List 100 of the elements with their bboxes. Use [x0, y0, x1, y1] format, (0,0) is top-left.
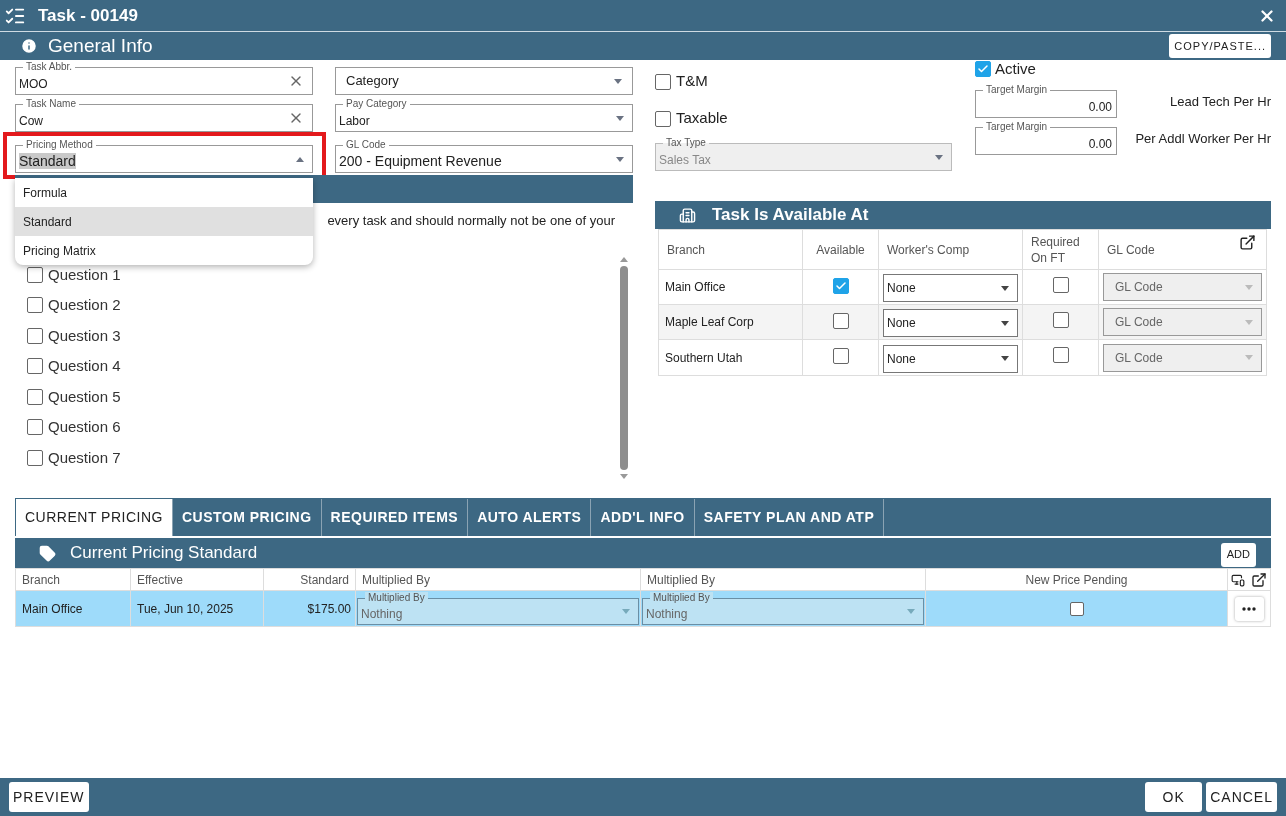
caret-icon	[1001, 356, 1009, 361]
checkbox[interactable]	[27, 266, 43, 283]
select-field[interactable]: Category	[335, 67, 633, 95]
add-button[interactable]: ADD	[1220, 542, 1256, 567]
checkbox[interactable]	[27, 358, 43, 375]
building-icon	[679, 206, 696, 224]
dropdown-option[interactable]: Formula	[15, 178, 313, 207]
tab[interactable]: CUSTOM PRICING	[172, 499, 322, 536]
external-link-icon[interactable]	[1239, 234, 1256, 251]
copy-paste-button[interactable]: COPY/PASTE...	[1169, 34, 1271, 58]
description-text: every task and should normally not be one of your	[327, 212, 615, 229]
section-title: Task Is Available At	[712, 204, 869, 227]
window-title: Task - 00149	[38, 4, 138, 27]
ok-button[interactable]: OK	[1145, 782, 1203, 812]
checkbox[interactable]	[655, 110, 671, 127]
question-label: Question 4	[48, 356, 121, 376]
caret-icon	[296, 156, 304, 162]
question-label: Question 7	[48, 447, 121, 468]
cancel-button[interactable]: CANCEL	[1206, 782, 1277, 812]
dropdown-option[interactable]: Standard	[15, 207, 313, 236]
branch-name: Southern Utah	[665, 349, 743, 367]
column-header: Worker's Comp	[887, 241, 970, 259]
checkbox-label: Active	[995, 58, 1036, 79]
section-title: Current Pricing Standard	[70, 542, 258, 565]
field-label: Multiplied By	[365, 592, 428, 604]
branch-name: Maple Leaf Corp	[665, 314, 754, 331]
column-header: Effective	[137, 571, 183, 589]
column-header: Standard	[300, 571, 349, 589]
caret-icon	[616, 115, 624, 121]
question-label: Question 5	[48, 386, 121, 407]
branch-name: Main Office	[665, 279, 726, 296]
caret-icon	[1245, 355, 1253, 360]
table-cell-text: Tue, Jun 10, 2025	[137, 600, 234, 618]
caret-icon	[907, 609, 915, 614]
field-label: Task Name	[23, 98, 79, 110]
select-field[interactable]: None	[883, 309, 1018, 337]
caret-icon	[1001, 285, 1009, 291]
caret-icon	[1245, 319, 1253, 325]
table-cell-text: Main Office	[22, 600, 83, 618]
field-label: Task Abbr.	[23, 61, 76, 73]
checkbox-label: Taxable	[676, 108, 728, 129]
column-header: Branch	[22, 571, 61, 589]
checkbox[interactable]	[1069, 601, 1084, 616]
field-label: Pay Category	[343, 98, 410, 110]
preview-button[interactable]: PREVIEW	[9, 782, 89, 812]
device-icon[interactable]	[1231, 572, 1245, 587]
scrollbar[interactable]	[618, 255, 630, 481]
tab[interactable]: CURRENT PRICING	[16, 499, 173, 536]
table-row[interactable]: Main Office Tue, Jun 10, 2025 $175.00 Multiplied By Nothing Multiplied By Nothing	[16, 591, 1270, 626]
checkbox[interactable]	[27, 297, 43, 314]
dropdown-option[interactable]: Pricing Matrix	[15, 236, 313, 265]
field-label: Target Margin	[983, 84, 1051, 96]
checkbox[interactable]	[1052, 347, 1069, 363]
tag-icon	[39, 544, 56, 562]
checkbox[interactable]	[655, 73, 671, 90]
checkbox[interactable]	[27, 327, 43, 344]
caret-icon	[935, 154, 943, 160]
caret-icon	[614, 78, 622, 84]
checkbox[interactable]	[1052, 277, 1069, 293]
caret-icon	[616, 156, 624, 162]
select-field[interactable]: None	[883, 274, 1018, 302]
checkbox[interactable]	[975, 61, 991, 77]
rate-label: Lead Tech Per Hr	[1169, 93, 1271, 111]
checkmark-icon	[834, 280, 847, 292]
column-header: Available	[816, 241, 865, 259]
question-label: Question 2	[48, 295, 121, 315]
select-field[interactable]: None	[883, 344, 1018, 373]
field-label: GL Code	[343, 139, 389, 151]
checkbox[interactable]	[27, 449, 43, 466]
column-header: GL Code	[1107, 241, 1155, 259]
checkbox[interactable]	[27, 388, 43, 405]
table-cell-text: $175.00	[307, 600, 351, 618]
column-header: Multiplied By	[362, 571, 431, 589]
scroll-down-icon	[620, 474, 628, 479]
scroll-up-icon	[620, 257, 628, 262]
question-label: Question 3	[48, 325, 121, 346]
tab[interactable]: REQUIRED ITEMS	[321, 499, 469, 536]
tab[interactable]: SAFETY PLAN AND ATP	[694, 499, 885, 536]
caret-icon	[622, 609, 630, 614]
checkmark-icon	[977, 63, 989, 75]
more-button[interactable]	[1234, 596, 1264, 621]
checkbox[interactable]	[832, 313, 849, 329]
checkbox[interactable]	[27, 419, 43, 436]
column-header: New Price Pending	[1025, 571, 1128, 589]
info-icon	[20, 37, 38, 55]
question-label: Question 6	[48, 417, 121, 437]
checkbox[interactable]	[832, 348, 849, 364]
tab[interactable]: AUTO ALERTS	[468, 499, 592, 536]
more-icon	[1242, 606, 1256, 611]
caret-icon	[1245, 284, 1253, 290]
column-header: Multiplied By	[647, 571, 716, 589]
caret-icon	[1001, 320, 1009, 326]
checkbox[interactable]	[1052, 312, 1069, 328]
rate-label: Per Addl Worker Per Hr	[1134, 130, 1271, 148]
external-link-icon[interactable]	[1251, 571, 1267, 588]
tab[interactable]: ADD'L INFO	[591, 499, 695, 536]
column-header: Required On FT	[1031, 233, 1081, 266]
checkbox-label: T&M	[676, 71, 708, 92]
checkbox[interactable]	[832, 278, 849, 294]
section-title: General Info	[48, 33, 153, 58]
